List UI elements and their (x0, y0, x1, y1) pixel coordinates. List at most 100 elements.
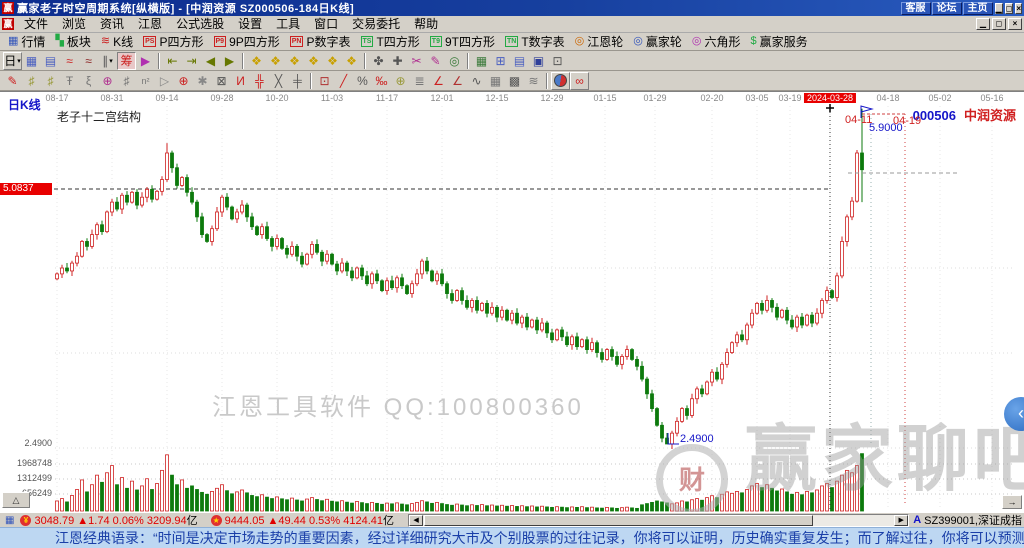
yinyang-icon[interactable] (551, 72, 570, 90)
spiral-icon[interactable]: ξ (79, 72, 98, 90)
grid-lines-icon[interactable]: ╪ (288, 72, 307, 90)
golden-circle-icon[interactable]: ⊕ (391, 72, 410, 90)
n-square-icon[interactable]: n² (136, 72, 155, 90)
chip-distribution-icon[interactable]: 筹 (117, 52, 136, 70)
percent-lines-icon[interactable]: ‰ (372, 72, 391, 90)
gann-grid-icon[interactable]: ♯ (22, 72, 41, 90)
fan-red-icon[interactable]: ╱ (334, 72, 353, 90)
multi-line-icon[interactable]: ≋ (524, 72, 543, 90)
mdi-minimize-button[interactable]: ▁ (976, 18, 990, 30)
last-bar-icon[interactable]: ⇥ (182, 52, 201, 70)
quotes-button[interactable]: ▦行情 (3, 34, 50, 50)
trend-line-red-icon[interactable]: ≈ (60, 52, 79, 70)
t-number-table-button[interactable]: TNT数字表 (500, 34, 570, 50)
menu-item[interactable]: 帮助 (407, 16, 445, 33)
t-square-button[interactable]: TST四方形 (356, 34, 425, 50)
print-icon[interactable]: ⊡ (548, 52, 567, 70)
menu-item[interactable]: 交易委托 (345, 16, 407, 33)
label-tool-icon[interactable]: ✎ (426, 52, 445, 70)
menu-item[interactable]: 文件 (17, 16, 55, 33)
p-square-button[interactable]: PSP四方形 (138, 34, 208, 50)
wedge-icon[interactable]: ▷ (155, 72, 174, 90)
mdi-restore-button[interactable]: ◻ (992, 18, 1006, 30)
kline-button[interactable]: ≋K线 (96, 34, 138, 50)
trend-line-icon[interactable]: ≈ (79, 52, 98, 70)
sh-index[interactable]: 3048.79 ▲1.74 0.06% 3209.94亿 (34, 512, 197, 528)
volume-scroll-button[interactable]: → (1002, 495, 1022, 509)
prev-bar-icon[interactable]: ◀ (201, 52, 220, 70)
fractal-icon[interactable]: И (231, 72, 250, 90)
calculator-icon[interactable]: ⊞ (491, 52, 510, 70)
menu-item[interactable]: 江恩 (131, 16, 169, 33)
pen-tool-icon[interactable]: ✎ (3, 72, 22, 90)
nine-p-square-button[interactable]: P99P四方形 (209, 34, 285, 50)
quotes-grid-icon[interactable]: ▦ (5, 515, 14, 526)
forum-link[interactable]: 论坛 (932, 2, 962, 15)
candle-style-dropdown[interactable]: ∥▾ (98, 52, 117, 70)
price-frame-icon[interactable]: Ŧ (60, 72, 79, 90)
measure-tool-icon[interactable]: ✂ (407, 52, 426, 70)
infinity-icon[interactable]: ∞ (570, 72, 589, 90)
sz-index[interactable]: 9444.05 ▲49.44 0.53% 4124.41亿 (225, 512, 394, 528)
gann-diamond-up-icon[interactable]: ❖ (323, 52, 342, 70)
wave-icon[interactable]: ∿ (467, 72, 486, 90)
cycle-circle-icon[interactable]: ⊕ (98, 72, 117, 90)
candlestick-chart[interactable] (0, 92, 1024, 512)
notes-icon[interactable]: ▤ (510, 52, 529, 70)
period-day-dropdown[interactable]: 日▾ (3, 52, 22, 70)
sectors-button[interactable]: ▚板块 (50, 34, 95, 50)
gann-diamond-shrink-icon[interactable]: ❖ (304, 52, 323, 70)
save-icon[interactable]: ▣ (529, 52, 548, 70)
active-index-label[interactable]: A SZ399001,深证成指 (913, 512, 1022, 528)
gann-diamond-right-icon[interactable]: ❖ (266, 52, 285, 70)
winner-service-button[interactable]: $赢家服务 (746, 34, 813, 50)
first-bar-icon[interactable]: ⇤ (163, 52, 182, 70)
homepage-link[interactable]: 主页 (963, 2, 993, 15)
golden-lines-icon[interactable]: ≣ (410, 72, 429, 90)
hand-tool-icon[interactable]: ✤ (369, 52, 388, 70)
support-link[interactable]: 客服 (901, 2, 931, 15)
ray-star-icon[interactable]: ✱ (193, 72, 212, 90)
gann-grid2-icon[interactable]: ♯ (41, 72, 60, 90)
menu-item[interactable]: 浏览 (55, 16, 93, 33)
pane-collapse-button[interactable]: △ (2, 492, 30, 508)
gann-diamond-down-icon[interactable]: ❖ (342, 52, 361, 70)
menu-item[interactable]: 设置 (231, 16, 269, 33)
menu-item[interactable]: 公式选股 (169, 16, 231, 33)
menu-item[interactable]: 资讯 (93, 16, 131, 33)
winner-wheel-button[interactable]: ◎赢家轮 (628, 34, 687, 50)
gann-grid-red-icon[interactable]: ╬ (250, 72, 269, 90)
menu-item[interactable]: 工具 (269, 16, 307, 33)
chart-scrollbar[interactable]: ◀ ▶ (408, 514, 909, 527)
menu-item[interactable]: 窗口 (307, 16, 345, 33)
scroll-left-arrow[interactable]: ◀ (409, 515, 423, 526)
scroll-right-arrow[interactable]: ▶ (894, 515, 908, 526)
grid-block-icon[interactable]: ▩ (505, 72, 524, 90)
zoom-tool-icon[interactable]: ◎ (445, 52, 464, 70)
angle-line-icon[interactable]: ∠ (429, 72, 448, 90)
mdi-close-button[interactable]: × (1008, 18, 1022, 30)
cross-lines-icon[interactable]: ╳ (269, 72, 288, 90)
info-panel-icon[interactable]: ▤ (41, 52, 60, 70)
percent-icon[interactable]: % (353, 72, 372, 90)
hexagon-button[interactable]: ◎六角形 (687, 34, 746, 50)
gann-diamond-left-icon[interactable]: ❖ (247, 52, 266, 70)
chart-area[interactable]: 08-1708-3109-1409-2810-2011-0311-1712-01… (0, 91, 1024, 512)
trend-flag-icon[interactable]: ▶ (136, 52, 155, 70)
gann-center-icon[interactable]: ⊕ (174, 72, 193, 90)
restore-button[interactable]: ◻ (1005, 3, 1014, 14)
time-grid-icon[interactable]: ♯ (117, 72, 136, 90)
angle-fan-icon[interactable]: ∠ (448, 72, 467, 90)
box-x-icon[interactable]: ⊠ (212, 72, 231, 90)
nine-t-square-button[interactable]: T99T四方形 (425, 34, 500, 50)
close-button[interactable]: × (1015, 3, 1022, 14)
pivot-box-icon[interactable]: ⊡ (315, 72, 334, 90)
calendar-icon[interactable]: ▦ (472, 52, 491, 70)
minimize-button[interactable]: ▁ (995, 3, 1003, 14)
crosshair-tool-icon[interactable]: ✚ (388, 52, 407, 70)
gann-diamond-expand-icon[interactable]: ❖ (285, 52, 304, 70)
grid-dense-icon[interactable]: ▦ (486, 72, 505, 90)
scrollbar-thumb[interactable] (424, 515, 813, 526)
p-number-table-button[interactable]: PNP数字表 (285, 34, 356, 50)
gann-wheel-button[interactable]: ◎江恩轮 (570, 34, 629, 50)
